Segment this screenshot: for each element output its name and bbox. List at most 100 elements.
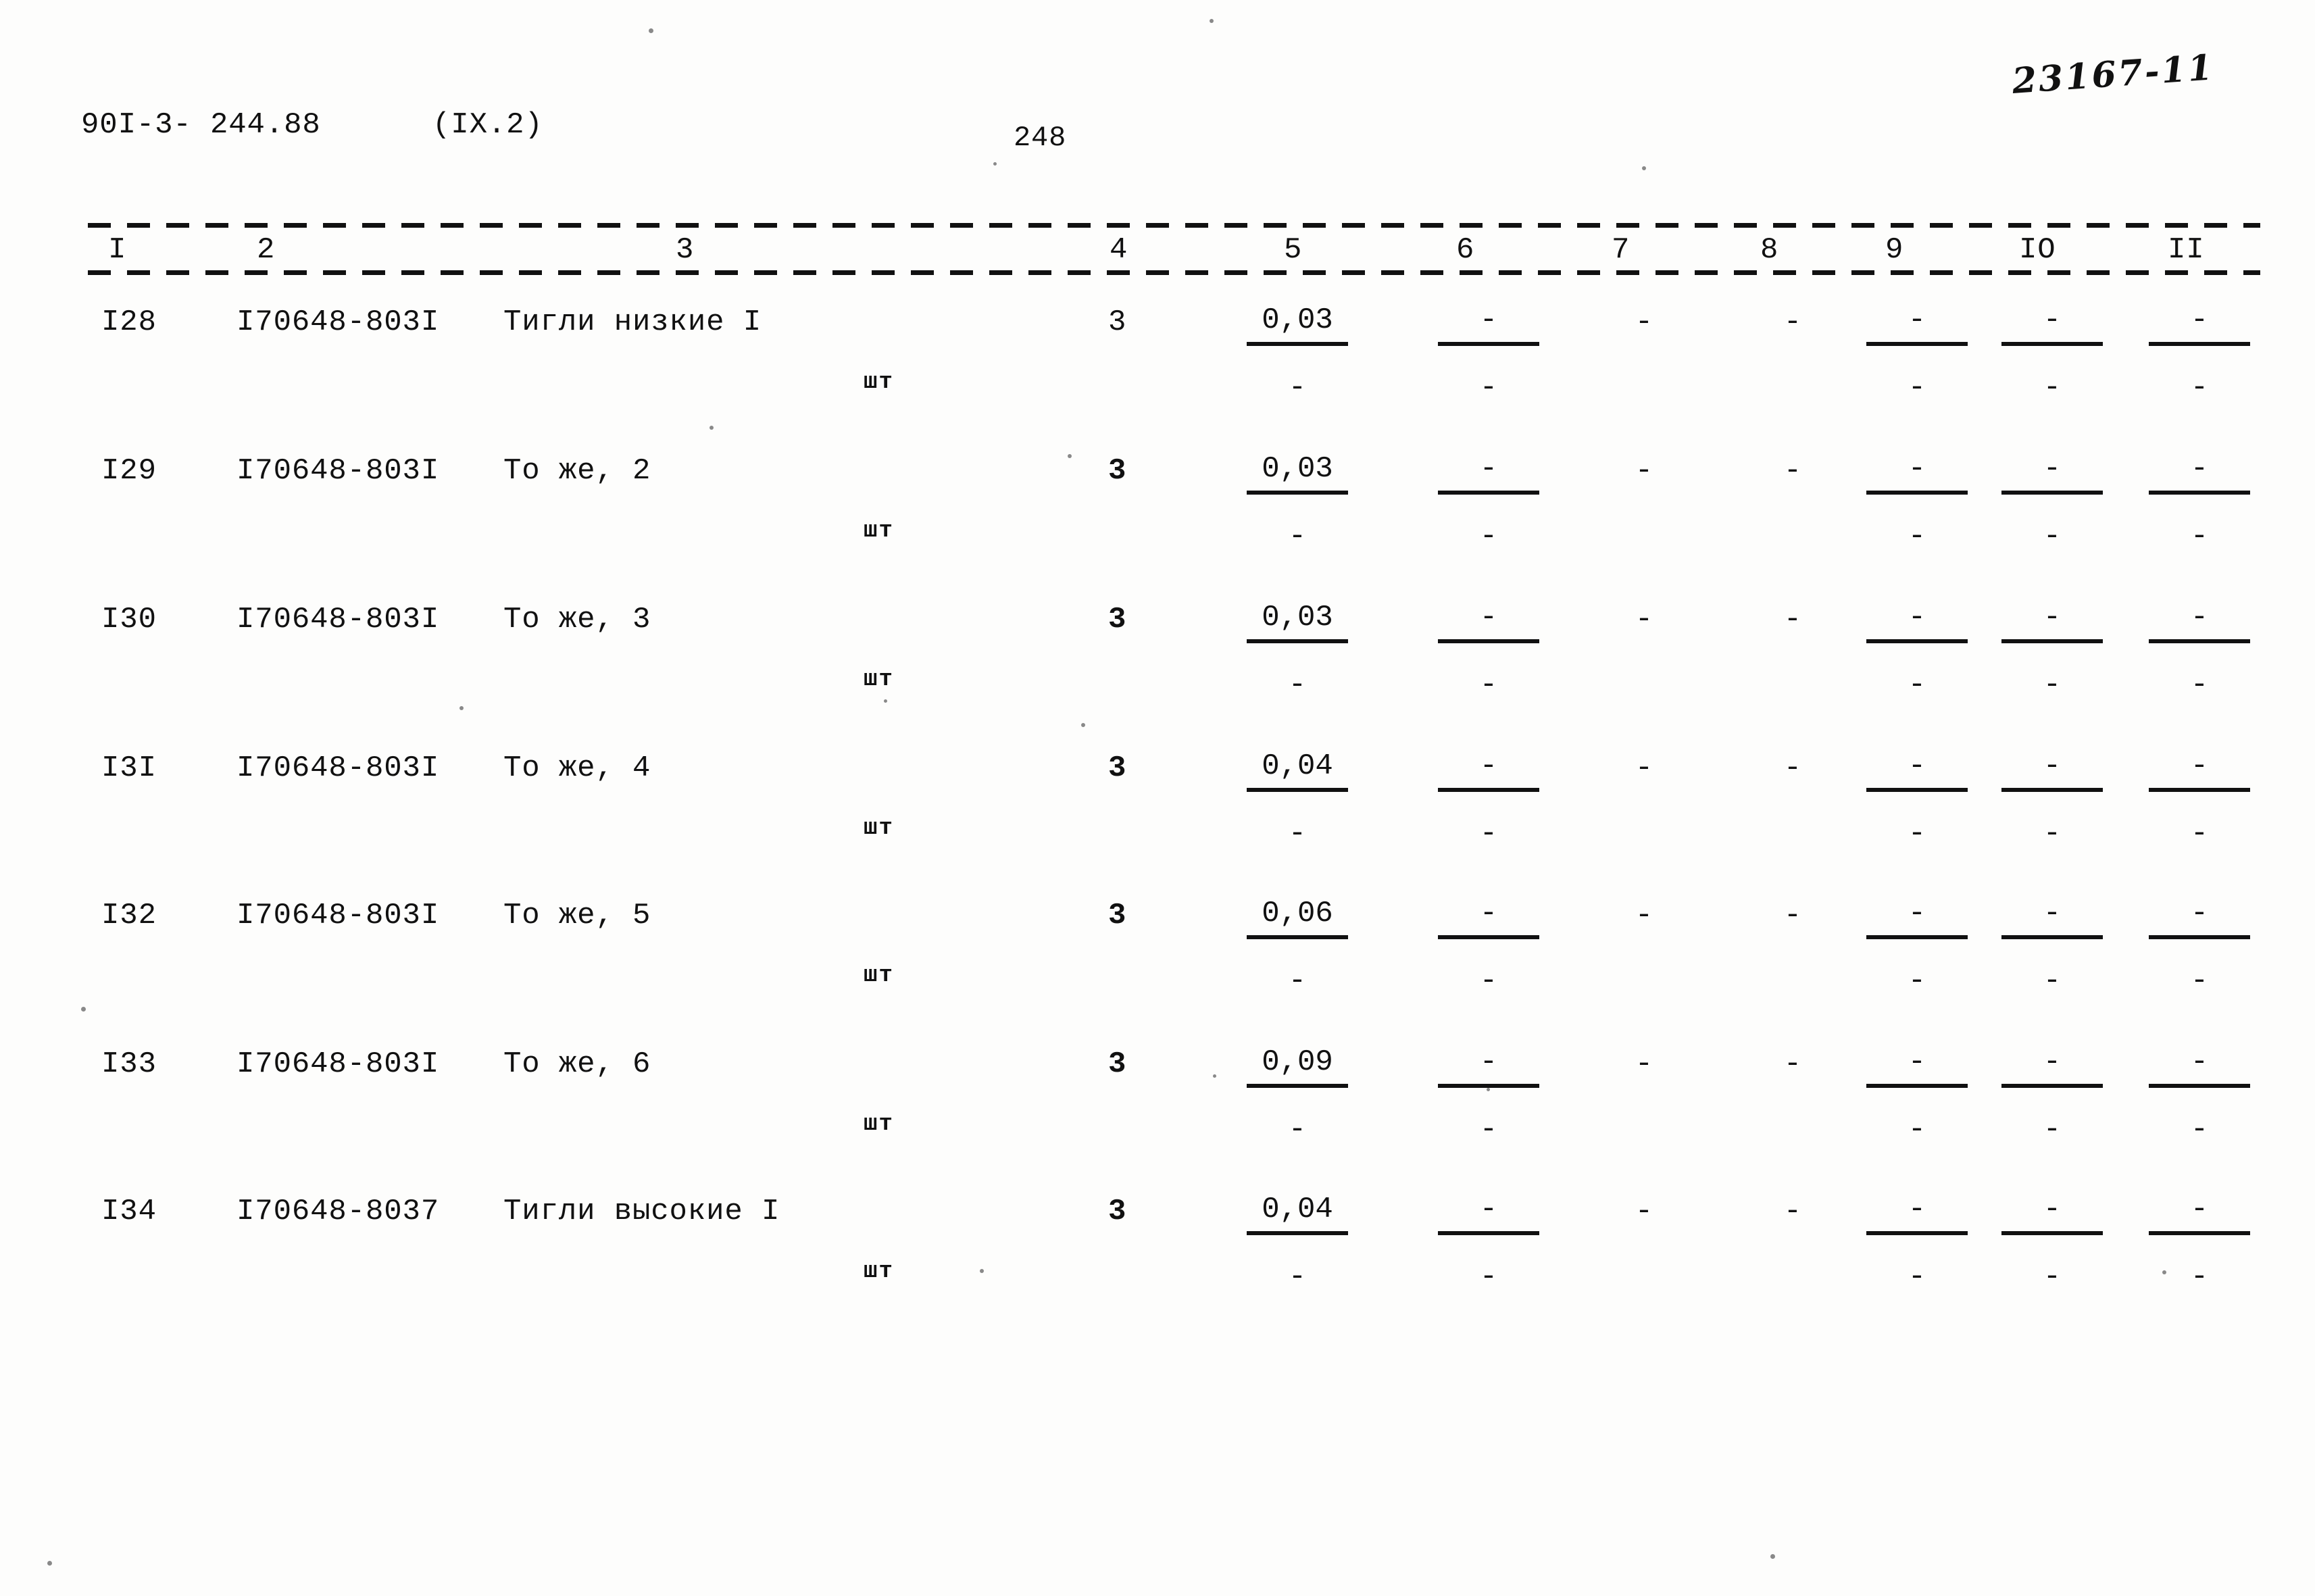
scanned-page: 90I-3- 244.88 (IX.2) 248 23167-11 I 2 3 …: [0, 0, 2315, 1596]
col6-value: - -: [1438, 305, 1539, 412]
col9-value-denominator: -: [1908, 1260, 1926, 1294]
col6-value-numerator: -: [1479, 897, 1498, 930]
col8-value: -: [1783, 899, 1802, 932]
scan-speck: [47, 1561, 52, 1566]
col6-value-denominator: -: [1479, 817, 1498, 851]
col7-value: -: [1635, 1195, 1653, 1228]
item-unit: шт: [864, 518, 894, 544]
col6-value: - -: [1438, 603, 1539, 709]
col7-value: -: [1635, 454, 1653, 488]
mass-value: 0,03 -: [1247, 603, 1348, 709]
scan-speck: [2162, 1270, 2166, 1274]
mass-value-numerator: 0,09: [1262, 1045, 1333, 1079]
col6-value: - -: [1438, 1195, 1539, 1301]
col6-value-numerator: -: [1479, 749, 1498, 783]
col9-value-denominator: -: [1908, 817, 1926, 851]
mass-value-denominator: -: [1288, 520, 1307, 553]
item-unit: шт: [864, 1259, 894, 1285]
col8-value: -: [1783, 751, 1802, 785]
scan-speck: [1210, 19, 1214, 23]
item-code: I70648-803I: [237, 305, 440, 339]
item-code: I70648-8037: [237, 1195, 440, 1228]
col6-value-denominator: -: [1479, 964, 1498, 998]
quantity-value: 3: [1108, 899, 1127, 932]
col11-value-denominator: -: [2190, 520, 2209, 553]
col10-value-denominator: -: [2043, 964, 2062, 998]
scan-speck: [993, 162, 997, 166]
quantity-value: 3: [1108, 751, 1127, 785]
mass-value-denominator: -: [1288, 964, 1307, 998]
col9-value: - -: [1866, 1195, 1968, 1301]
scan-speck: [1642, 166, 1646, 170]
column-header-3: 3: [676, 233, 695, 267]
item-name: То же, 6: [503, 1047, 651, 1081]
col11-value: - -: [2149, 603, 2250, 709]
scan-speck: [1770, 1554, 1775, 1559]
col9-value-numerator: -: [1908, 749, 1926, 783]
col11-value-denominator: -: [2190, 668, 2209, 702]
column-header-5: 5: [1284, 233, 1303, 267]
col9-value-numerator: -: [1908, 1045, 1926, 1079]
col6-value-numerator: -: [1479, 303, 1498, 337]
col8-value: -: [1783, 305, 1802, 339]
mass-value-numerator: 0,06: [1262, 897, 1333, 930]
col11-value: - -: [2149, 899, 2250, 1005]
mass-value-denominator: -: [1288, 1260, 1307, 1294]
document-code: 90I-3- 244.88: [81, 108, 321, 142]
col11-value: - -: [2149, 305, 2250, 412]
col11-value-denominator: -: [2190, 817, 2209, 851]
col10-value-denominator: -: [2043, 668, 2062, 702]
col6-value: - -: [1438, 899, 1539, 1005]
mass-value: 0,04 -: [1247, 1195, 1348, 1301]
col8-value: -: [1783, 454, 1802, 488]
table-head-rule-top: [88, 223, 2260, 228]
col11-value-denominator: -: [2190, 1260, 2209, 1294]
col6-value-denominator: -: [1479, 371, 1498, 405]
mass-value: 0,09 -: [1247, 1047, 1348, 1154]
col11-value-denominator: -: [2190, 371, 2209, 405]
col7-value: -: [1635, 603, 1653, 637]
col11-value-numerator: -: [2190, 601, 2209, 634]
quantity-value: 3: [1108, 1195, 1127, 1228]
col9-value-denominator: -: [1908, 964, 1926, 998]
mass-value-numerator: 0,03: [1262, 452, 1333, 486]
item-unit: шт: [864, 816, 894, 841]
col8-value: -: [1783, 1047, 1802, 1081]
mass-value-denominator: -: [1288, 817, 1307, 851]
mass-value-numerator: 0,03: [1262, 601, 1333, 634]
col8-value: -: [1783, 1195, 1802, 1228]
col10-value-numerator: -: [2043, 897, 2062, 930]
col11-value: - -: [2149, 1195, 2250, 1301]
table-row: I28: [101, 305, 157, 339]
col11-value-numerator: -: [2190, 1045, 2209, 1079]
col6-value-denominator: -: [1479, 1113, 1498, 1147]
scan-speck: [1081, 723, 1085, 727]
col6-value: - -: [1438, 454, 1539, 561]
quantity-value: 3: [1108, 1047, 1127, 1081]
scan-speck: [459, 706, 464, 710]
item-unit: шт: [864, 963, 894, 989]
mass-value: 0,03 -: [1247, 305, 1348, 412]
archive-number: 23167-11: [2010, 47, 2216, 102]
col6-value: - -: [1438, 751, 1539, 858]
column-header-2: 2: [257, 233, 276, 267]
scan-speck: [710, 426, 714, 430]
mass-value-denominator: -: [1288, 1113, 1307, 1147]
col9-value-denominator: -: [1908, 1113, 1926, 1147]
table-row: I30: [101, 603, 157, 637]
document-section: (IX.2): [432, 108, 543, 142]
scan-speck: [1068, 454, 1072, 458]
column-header-7: 7: [1612, 233, 1631, 267]
scan-speck: [884, 699, 887, 703]
col7-value: -: [1635, 751, 1653, 785]
table-row: I3I: [101, 751, 157, 785]
mass-value: 0,06 -: [1247, 899, 1348, 1005]
col9-value-numerator: -: [1908, 601, 1926, 634]
col10-value-denominator: -: [2043, 520, 2062, 553]
col9-value-numerator: -: [1908, 897, 1926, 930]
item-name: То же, 2: [503, 454, 651, 488]
col10-value-numerator: -: [2043, 303, 2062, 337]
col9-value: - -: [1866, 305, 1968, 412]
scan-speck: [649, 28, 653, 33]
scan-speck: [1213, 1074, 1216, 1078]
